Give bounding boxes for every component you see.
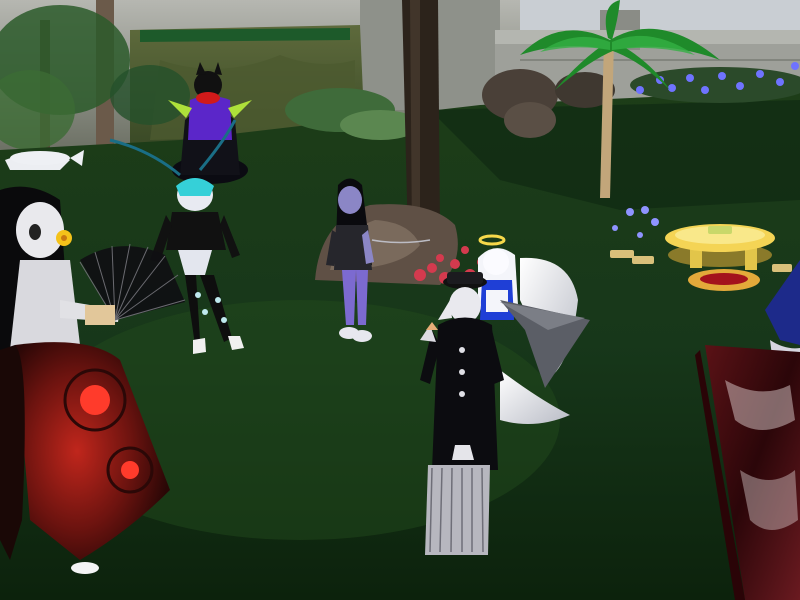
scene-canvas: [0, 0, 800, 600]
tree-trunk: [402, 0, 440, 240]
red-cushion[interactable]: [688, 269, 760, 291]
game-viewport[interactable]: [0, 0, 800, 600]
